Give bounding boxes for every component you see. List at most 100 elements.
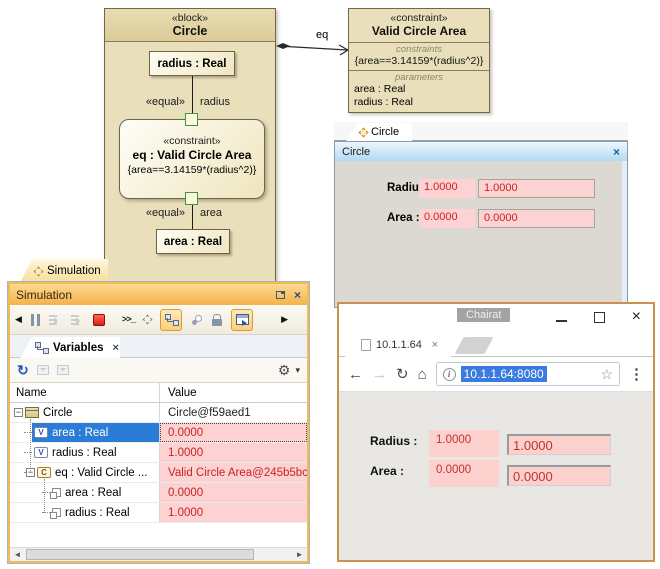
close-icon[interactable]: × (613, 147, 620, 157)
browser-tab-title: 10.1.1.64 (376, 339, 427, 351)
simulation-panel-titlebar[interactable]: Simulation × (10, 284, 307, 305)
menu-icon[interactable]: ⋮ (629, 367, 644, 382)
circle-block-shape[interactable]: «block» Circle radius : Real «equal» rad… (104, 8, 276, 285)
reload-icon[interactable]: ↻ (396, 367, 409, 382)
collapse-left-icon[interactable]: ◀ (15, 314, 22, 325)
circle-block-stereotype: «block» (105, 12, 275, 24)
address-bar[interactable]: i 10.1.1.64:8080 ☆ (436, 362, 620, 386)
radius-label: Radius : (370, 434, 417, 448)
screenshot-root: «block» Circle radius : Real «equal» rad… (0, 0, 660, 569)
horizontal-scrollbar[interactable]: ◄ ► (10, 547, 307, 561)
variables-toolbar: ↻ ⚙ ▾ (10, 358, 307, 383)
table-row-eq-area[interactable]: area : Real 0.0000 (10, 483, 307, 503)
parameters-compartment: parameters area : Real radius : Real (349, 71, 489, 112)
value-property-icon: V (34, 447, 48, 458)
table-row-radius[interactable]: Vradius : Real 1.0000 (10, 443, 307, 463)
circle-block-header: «block» Circle (105, 9, 275, 42)
animate-icon[interactable] (143, 315, 153, 325)
constraints-compartment: constraints {area==3.14159*(radius^2)} (349, 43, 489, 71)
url-text[interactable]: 10.1.1.64:8080 (461, 366, 547, 382)
table-row-eq-radius[interactable]: radius : Real 1.0000 (10, 503, 307, 523)
radius-input-field[interactable]: 1.0000 (478, 179, 595, 198)
tab-close-icon[interactable]: × (113, 342, 119, 354)
variables-tab-icon (35, 342, 48, 354)
lock-icon[interactable] (212, 319, 222, 326)
circle-window-scroll-strip (622, 161, 627, 307)
radius-binding-connector (192, 76, 193, 113)
tab-variables[interactable]: Variables × (20, 337, 120, 358)
step-over-button[interactable] (71, 314, 84, 326)
browser-titlebar[interactable]: Chairat × (339, 304, 653, 332)
expand-right-icon[interactable]: ▶ (281, 314, 288, 325)
table-row-area[interactable]: Varea : Real 0.0000 (10, 423, 307, 443)
gear-icon[interactable]: ⚙ (278, 363, 291, 377)
column-header-value[interactable]: Value (160, 387, 307, 399)
back-icon[interactable]: ← (348, 367, 363, 382)
open-ui-icon (236, 314, 249, 325)
scrollbar-thumb[interactable] (26, 549, 254, 560)
console-icon[interactable]: >>_ (122, 315, 135, 325)
star-icon[interactable]: ☆ (600, 367, 613, 381)
minimize-icon[interactable] (556, 313, 567, 322)
breakpoints-icon[interactable] (191, 314, 203, 326)
parameters-compartment-label: parameters (351, 72, 487, 83)
table-row-eq[interactable]: −Ceq : Valid Circle ... Valid Circle Are… (10, 463, 307, 483)
pause-button[interactable] (31, 314, 40, 326)
gear-dropdown-icon[interactable]: ▾ (295, 365, 300, 376)
row-value[interactable]: 1.0000 (160, 443, 307, 462)
maximize-icon[interactable] (594, 312, 605, 323)
tab-simulation[interactable]: Simulation (20, 259, 108, 283)
expander-icon[interactable]: − (14, 408, 23, 417)
variables-tabstrip: Variables × (10, 335, 307, 358)
constraint-parameter-port-bottom[interactable] (185, 192, 198, 205)
table-row-circle[interactable]: −Circle Circle@f59aed1 (10, 403, 307, 423)
scroll-left-icon[interactable]: ◄ (10, 548, 25, 561)
radius-input[interactable] (507, 434, 611, 455)
close-icon[interactable]: × (294, 290, 301, 300)
row-value[interactable]: 1.0000 (160, 503, 307, 522)
circle-window-titlebar[interactable]: Circle × (335, 142, 627, 161)
info-icon[interactable]: i (443, 368, 456, 381)
close-icon[interactable]: × (632, 311, 641, 323)
area-input-field[interactable]: 0.0000 (478, 209, 595, 228)
restore-icon[interactable] (276, 291, 285, 299)
area-part-shape[interactable]: area : Real (156, 229, 230, 254)
tree-view-button[interactable] (160, 309, 182, 331)
row-name: radius : Real (52, 447, 117, 459)
browser-tab[interactable]: 10.1.1.64 × (345, 332, 451, 357)
radius-part-shape[interactable]: radius : Real (149, 51, 235, 76)
inner-constraint-shape[interactable]: «constraint» eq : Valid Circle Area {are… (119, 119, 265, 199)
new-tab-button[interactable] (454, 337, 493, 354)
browser-tabstrip: 10.1.1.64 × (339, 332, 653, 357)
valid-circle-area-block-shape[interactable]: «constraint» Valid Circle Area constrain… (348, 8, 490, 113)
area-binding-connector (192, 205, 193, 229)
tab-close-icon[interactable]: × (432, 339, 438, 351)
row-value[interactable]: 0.0000 (160, 423, 307, 442)
column-header-name[interactable]: Name (10, 383, 160, 402)
area-value-field[interactable]: 0.0000 (419, 209, 475, 228)
row-value[interactable]: 0.0000 (160, 483, 307, 502)
row-value[interactable]: Circle@f59aed1 (160, 403, 307, 422)
export-icon[interactable] (37, 365, 49, 375)
import-icon[interactable] (57, 365, 69, 375)
open-ui-button[interactable] (231, 309, 253, 331)
parameter-area: area : Real (351, 83, 487, 96)
area-input[interactable] (507, 465, 611, 486)
step-into-button[interactable] (49, 314, 62, 326)
forward-icon[interactable]: → (372, 367, 387, 382)
tab-circle[interactable]: Circle (346, 123, 412, 141)
stop-button[interactable] (93, 314, 105, 326)
row-name: area : Real (65, 487, 121, 499)
scroll-right-icon[interactable]: ► (292, 548, 307, 561)
constraint-parameter-port-top[interactable] (185, 113, 198, 126)
eq-dependency-arrow (274, 34, 352, 58)
home-icon[interactable]: ⌂ (418, 367, 427, 382)
constraints-compartment-label: constraints (351, 44, 487, 55)
radius-pin-label: radius (200, 96, 230, 108)
radius-value-field[interactable]: 1.0000 (419, 179, 475, 198)
variables-table: Name Value −Circle Circle@f59aed1 Varea … (10, 383, 307, 561)
refresh-icon[interactable]: ↻ (17, 364, 29, 376)
row-value[interactable]: Valid Circle Area@245b5bc (160, 463, 307, 482)
inner-constraint-expression: {area==3.14159*(radius^2)} (120, 164, 264, 176)
block-icon (25, 407, 39, 418)
